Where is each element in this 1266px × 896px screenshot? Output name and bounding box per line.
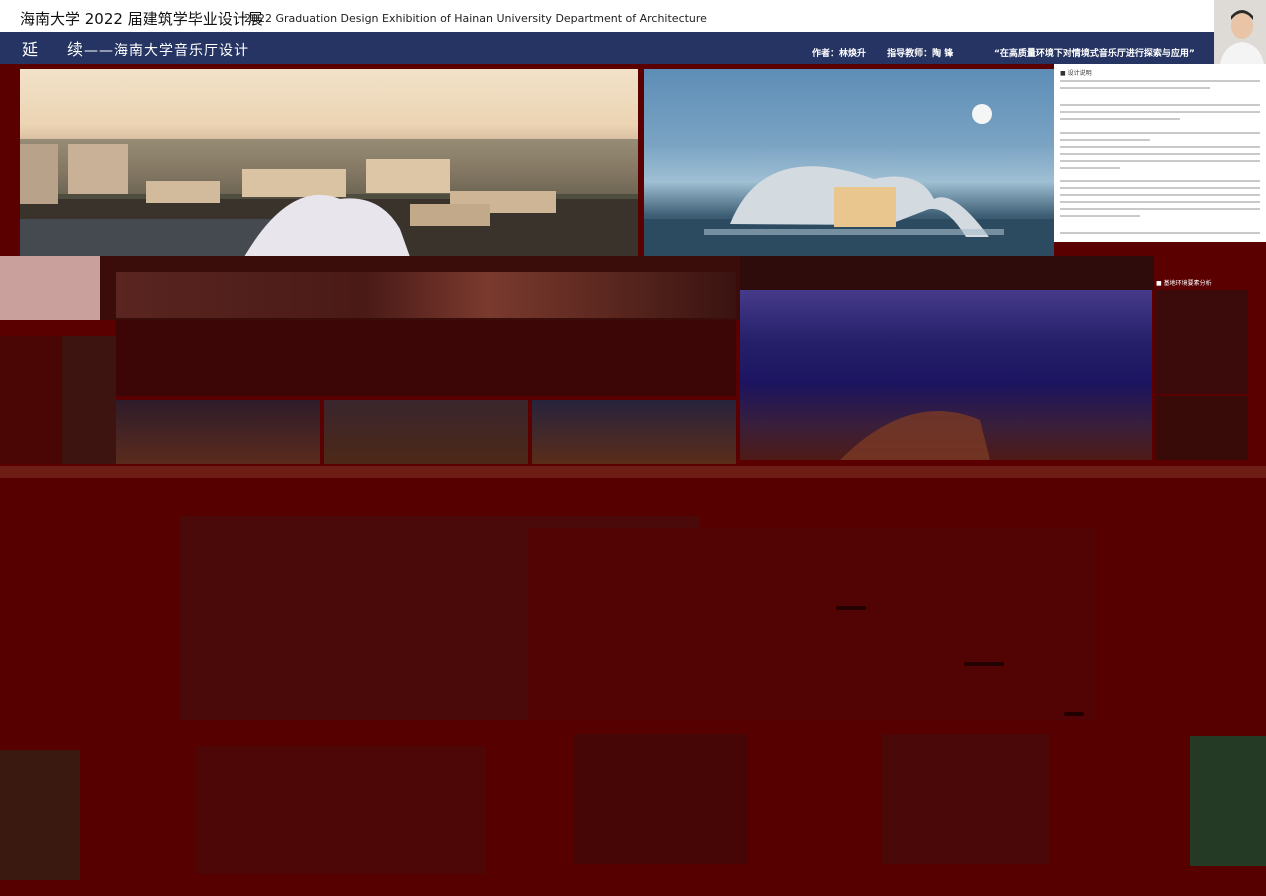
text-line xyxy=(1060,104,1260,106)
diagram-thumbnail xyxy=(1190,736,1266,866)
text-line xyxy=(1060,80,1260,82)
text-line xyxy=(1060,132,1260,134)
dusk-view-illustration xyxy=(840,411,990,460)
text-line xyxy=(1060,194,1260,196)
project-slogan: “在高质量环境下对情境式音乐厅进行探索与应用” xyxy=(994,49,1195,59)
title-char-2: 续 xyxy=(67,40,85,59)
project-title: 延 续——海南大学音乐厅设计 xyxy=(22,36,249,60)
text-line xyxy=(1060,146,1260,148)
university-title: 海南大学 2022 届建筑学毕业设计展 xyxy=(20,10,263,28)
divider xyxy=(1064,712,1084,716)
corruption-stripe xyxy=(0,466,1266,478)
site-plan-area xyxy=(528,528,1096,720)
site-analysis-image xyxy=(1156,396,1248,460)
text-line xyxy=(1060,160,1260,162)
corrupted-band xyxy=(0,256,100,320)
corrupted-band xyxy=(0,336,62,464)
section-drawing xyxy=(196,746,486,874)
interior-rendering xyxy=(574,734,748,864)
text-line xyxy=(1060,118,1180,120)
interior-rendering xyxy=(882,734,1050,864)
text-line xyxy=(1060,153,1260,155)
corrupted-band xyxy=(116,320,736,396)
title-char-1: 延 xyxy=(22,40,40,59)
english-title: 2022 Graduation Design Exhibition of Hai… xyxy=(244,12,707,25)
text-line xyxy=(1060,111,1260,113)
site-analysis-image xyxy=(1156,290,1248,394)
site-analysis-heading: 基地环境要素分析 xyxy=(1156,278,1212,287)
rendering-pond-view xyxy=(116,272,736,318)
corrupted-band xyxy=(740,256,1154,290)
text-line xyxy=(1060,187,1260,189)
text-line xyxy=(1060,180,1260,182)
text-line xyxy=(1060,215,1140,217)
credits: 作者：林焕升 指导教师：陶 锋 xyxy=(812,46,971,59)
design-description-heading: ■ 设计说明 xyxy=(1060,70,1092,77)
text-line xyxy=(1060,139,1150,141)
advisor-label: 指导教师：陶 锋 xyxy=(887,49,954,59)
text-line xyxy=(1060,87,1210,89)
author-label: 作者：林焕升 xyxy=(812,49,867,59)
text-line xyxy=(1060,208,1260,210)
corrupted-band xyxy=(62,336,116,464)
divider xyxy=(964,662,1004,666)
rendering-aerial-view xyxy=(20,69,638,257)
aerial-view-illustration xyxy=(20,139,638,257)
rendering-night-view xyxy=(644,69,1054,257)
project-subtitle: ——海南大学音乐厅设计 xyxy=(84,43,250,59)
text-line xyxy=(1060,201,1260,203)
diagram-thumbnail xyxy=(0,750,80,880)
presenter-avatar xyxy=(1214,0,1266,64)
rendering-thumbnail xyxy=(532,400,736,464)
rendering-dusk-view xyxy=(740,290,1152,460)
divider xyxy=(836,606,866,610)
night-view-illustration xyxy=(644,104,1054,257)
text-line xyxy=(1060,167,1120,169)
text-line xyxy=(1060,232,1260,234)
rendering-thumbnail xyxy=(116,400,320,464)
rendering-thumbnail xyxy=(324,400,528,464)
